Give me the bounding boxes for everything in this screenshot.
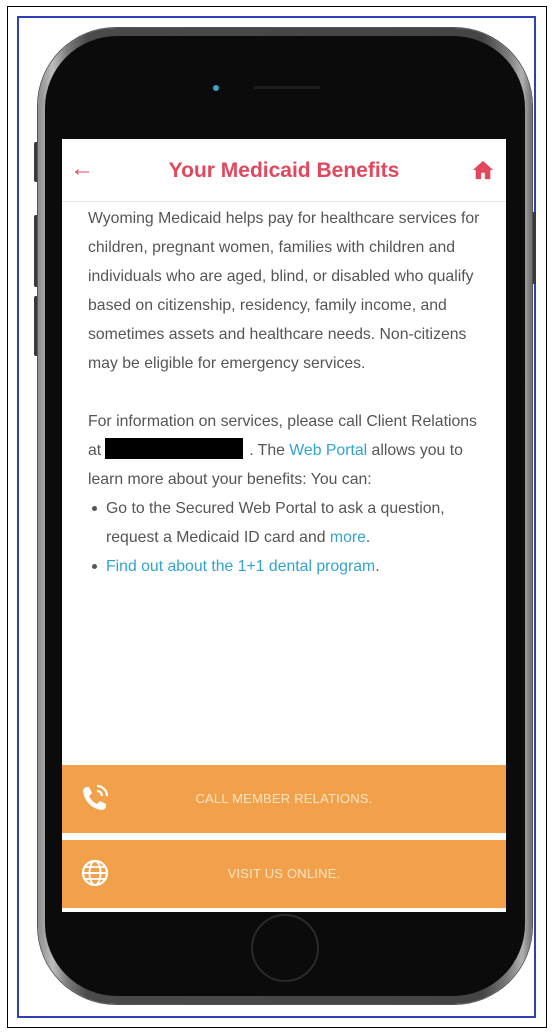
page-title: Your Medicaid Benefits bbox=[168, 159, 400, 182]
redacted-phone-number bbox=[105, 438, 244, 459]
intro-paragraph: Wyoming Medicaid helps pay for healthcar… bbox=[88, 210, 480, 372]
more-link[interactable]: more bbox=[330, 529, 366, 546]
app-header: ← Your Medicaid Benefits bbox=[62, 139, 506, 202]
call-button-label: CALL MEMBER RELATIONS. bbox=[195, 791, 373, 806]
contact-mid: . The bbox=[249, 442, 285, 459]
bullet1-end: . bbox=[365, 529, 371, 546]
home-icon[interactable] bbox=[472, 159, 494, 181]
web-portal-link[interactable]: Web Portal bbox=[289, 442, 367, 459]
list-item: Go to the Secured Web Portal to ask a qu… bbox=[92, 494, 490, 552]
call-member-relations-button[interactable]: CALL MEMBER RELATIONS. bbox=[62, 765, 506, 833]
phone-home-button[interactable] bbox=[251, 914, 319, 982]
bullet2-end: . bbox=[375, 558, 380, 575]
visit-button-label: VISIT US ONLINE. bbox=[227, 866, 341, 881]
front-camera bbox=[213, 85, 219, 91]
visit-online-button[interactable]: VISIT US ONLINE. bbox=[62, 840, 506, 908]
app-screen: ← Your Medicaid Benefits Wyoming Medicai… bbox=[62, 139, 506, 912]
contact-paragraph: For information on services, please call… bbox=[88, 407, 490, 494]
dental-program-link[interactable]: Find out about the 1+1 dental program bbox=[106, 558, 375, 575]
earpiece-speaker bbox=[254, 86, 320, 89]
bullet1-text: Go to the Secured Web Portal to ask a qu… bbox=[106, 500, 445, 546]
benefits-list: Go to the Secured Web Portal to ask a qu… bbox=[88, 494, 490, 581]
benefits-content: Wyoming Medicaid helps pay for healthcar… bbox=[62, 202, 506, 581]
list-item: Find out about the 1+1 dental program. bbox=[92, 552, 490, 581]
